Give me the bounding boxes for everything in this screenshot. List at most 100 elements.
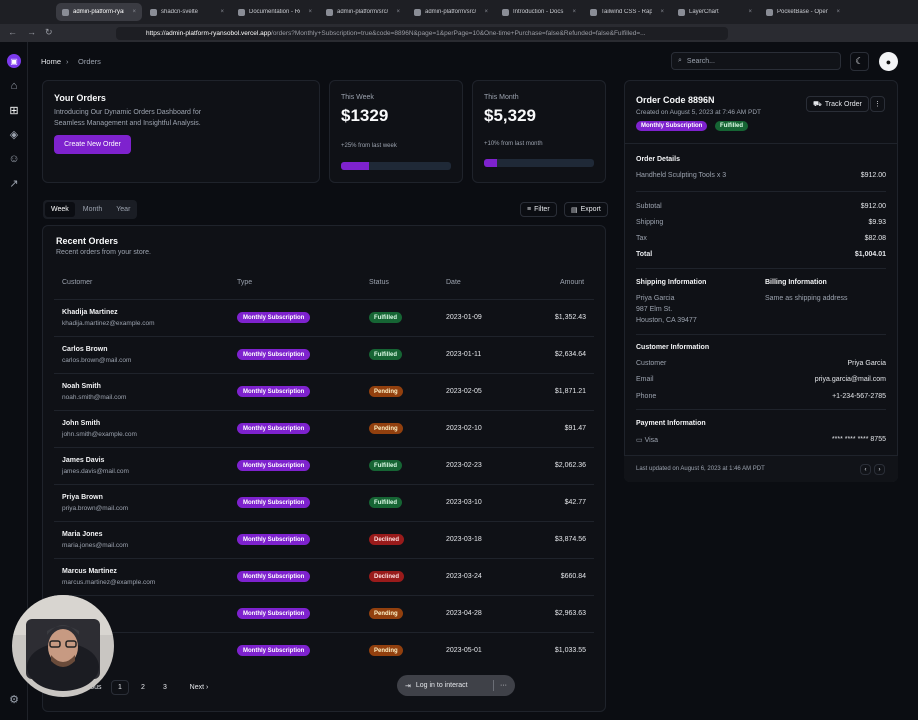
order-amount: $3,874.56: [554, 536, 586, 543]
pagination-page-1[interactable]: 1: [111, 680, 129, 695]
stat-label: This Week: [341, 94, 374, 101]
previous-order-button[interactable]: ‹: [860, 464, 871, 475]
filter-button[interactable]: ≡ Filter: [520, 202, 557, 217]
back-icon[interactable]: ←: [8, 27, 17, 37]
stat-change: +25% from last week: [341, 143, 397, 149]
tab-label: Documentation - Remeda: [249, 9, 300, 15]
settings-gear-icon[interactable]: ⚙: [7, 692, 21, 706]
order-amount: $2,062.36: [554, 462, 586, 469]
users-icon[interactable]: ☺: [7, 152, 21, 166]
order-date: 2023-01-11: [446, 351, 482, 358]
customer-name: Maria Jones: [62, 531, 103, 538]
login-to-interact-toast[interactable]: ⇥ Log in to interact ···: [397, 675, 515, 696]
cart-icon[interactable]: ⊞: [7, 103, 21, 117]
browser-tab-strip: admin-platform-ryan × shadcn-svelte × Docume…: [0, 0, 918, 24]
browser-tab[interactable]: admin-platform/src/... ×: [408, 3, 494, 21]
tab-close-icon[interactable]: ×: [396, 9, 400, 15]
divider: [636, 191, 886, 192]
browser-tab[interactable]: shadcn-svelte ×: [144, 3, 230, 21]
order-type-badge: Monthly Subscription: [237, 534, 311, 545]
tab-favicon-icon: [590, 8, 597, 16]
pagination-next[interactable]: Next ›: [184, 680, 214, 695]
table-row[interactable]: Carlos Brown carlos.brown@mail.com Monthly…: [54, 336, 594, 373]
subtotal-value: $912.00: [860, 203, 886, 210]
user-avatar[interactable]: ●: [879, 52, 898, 71]
order-date: 2023-02-05: [446, 388, 482, 395]
stat-progress-fill: [484, 159, 498, 167]
browser-tab[interactable]: Introduction - Docs ×: [496, 3, 582, 21]
app-page: ▣ ⌂ ⊞ ◈ ☺ ↗ ⚙ Home › Orders ⌕ Search... …: [0, 42, 918, 720]
table-row[interactable]: ...@mail.comMonthly SubscriptionPending2…: [54, 632, 594, 669]
customer-email[interactable]: priya.garcia@mail.com: [815, 376, 886, 383]
app-logo-icon[interactable]: ▣: [7, 54, 21, 68]
toast-more-icon[interactable]: ···: [500, 682, 507, 689]
order-status-badge: Declined: [369, 534, 405, 545]
table-row[interactable]: Khadija Martinez khadija.martinez@example…: [54, 299, 594, 336]
order-date: 2023-02-10: [446, 425, 482, 432]
browser-tab[interactable]: LayerChart ×: [672, 3, 758, 21]
stat-value: $5,329: [484, 106, 536, 125]
divider: [624, 143, 898, 144]
line-item-name: Handheld Sculpting Tools x 3: [636, 172, 727, 179]
stat-label: This Month: [484, 94, 519, 101]
tab-close-icon[interactable]: ×: [308, 9, 312, 15]
track-order-button[interactable]: ⛟ Track Order: [806, 96, 869, 112]
browser-toolbar: ← → ↻ https://admin-platform-ryansobol.v…: [0, 24, 918, 42]
address-bar[interactable]: https://admin-platform-ryansobol.vercel.…: [116, 27, 728, 40]
export-label: Export: [580, 206, 601, 213]
browser-tab[interactable]: Tailwind CSS - Rapid ×: [584, 3, 670, 21]
home-icon[interactable]: ⌂: [7, 79, 21, 93]
table-row[interactable]: Marcus Martinez marcus.martinez@example.c…: [54, 558, 594, 595]
package-icon[interactable]: ◈: [7, 127, 21, 141]
tab-close-icon[interactable]: ×: [748, 9, 752, 15]
more-options-button[interactable]: ⋮: [870, 96, 885, 112]
browser-tab[interactable]: admin-platform-ryan ×: [56, 3, 142, 21]
column-header-type: Type: [237, 279, 253, 286]
pagination-page-3[interactable]: 3: [156, 680, 174, 695]
customer-phone[interactable]: +1-234-567-2785: [832, 393, 886, 400]
customer-email: carlos.brown@mail.com: [62, 357, 132, 364]
reload-icon[interactable]: ↻: [45, 27, 53, 38]
tab-close-icon[interactable]: ×: [132, 9, 136, 15]
browser-tab[interactable]: admin-platform/src/... ×: [320, 3, 406, 21]
search-input[interactable]: ⌕ Search...: [671, 52, 841, 70]
tab-week[interactable]: Week: [45, 202, 75, 217]
billing-same-as-shipping: Same as shipping address: [765, 295, 848, 302]
customer-email: maria.jones@mail.com: [62, 542, 129, 549]
tab-close-icon[interactable]: ×: [660, 9, 664, 15]
tab-close-icon[interactable]: ×: [836, 9, 840, 15]
forward-icon[interactable]: →: [27, 27, 36, 37]
create-new-order-button[interactable]: Create New Order: [54, 135, 131, 154]
subtotal-label: Subtotal: [636, 203, 662, 210]
type-badge: Monthly Subscription: [636, 121, 708, 131]
export-button[interactable]: ▤ Export: [564, 202, 608, 217]
billing-info-heading: Billing Information: [765, 279, 827, 286]
order-created-date: Created on August 5, 2023 at 7:46 AM PDT: [636, 109, 762, 116]
tab-month[interactable]: Month: [77, 202, 108, 217]
tab-close-icon[interactable]: ×: [572, 9, 576, 15]
table-row[interactable]: John Smith john.smith@example.com Monthly …: [54, 410, 594, 447]
order-date: 2023-01-09: [446, 314, 482, 321]
search-icon: ⌕: [678, 57, 682, 64]
order-type-badge: Monthly Subscription: [237, 349, 311, 360]
pagination-page-2[interactable]: 2: [134, 680, 152, 695]
tab-year[interactable]: Year: [110, 202, 136, 217]
tab-close-icon[interactable]: ×: [220, 9, 224, 15]
tab-close-icon[interactable]: ×: [484, 9, 488, 15]
table-row[interactable]: James Davis james.davis@mail.com Monthly S…: [54, 447, 594, 484]
table-row[interactable]: Priya Brown priya.brown@mail.com Monthly S…: [54, 484, 594, 521]
table-row[interactable]: Noah Smith noah.smith@mail.com Monthly Sub…: [54, 373, 594, 410]
table-row[interactable]: Maria Jones maria.jones@mail.com Monthly S…: [54, 521, 594, 558]
theme-toggle-button[interactable]: ☾: [850, 52, 869, 71]
breadcrumb-home[interactable]: Home: [41, 57, 61, 66]
table-row[interactable]: ...vis...mail.comMonthly SubscriptionPen…: [54, 595, 594, 632]
order-date: 2023-02-23: [446, 462, 482, 469]
browser-tab[interactable]: Documentation - Remeda ×: [232, 3, 318, 21]
analytics-icon[interactable]: ↗: [7, 176, 21, 190]
column-header-customer: Customer: [62, 279, 93, 286]
browser-tab[interactable]: PocketBase - Open S ×: [760, 3, 846, 21]
ship-city: Houston, CA 39477: [636, 317, 697, 324]
next-order-button[interactable]: ›: [874, 464, 885, 475]
customer-email: james.davis@mail.com: [62, 468, 129, 475]
presenter-video-image: [12, 595, 114, 697]
